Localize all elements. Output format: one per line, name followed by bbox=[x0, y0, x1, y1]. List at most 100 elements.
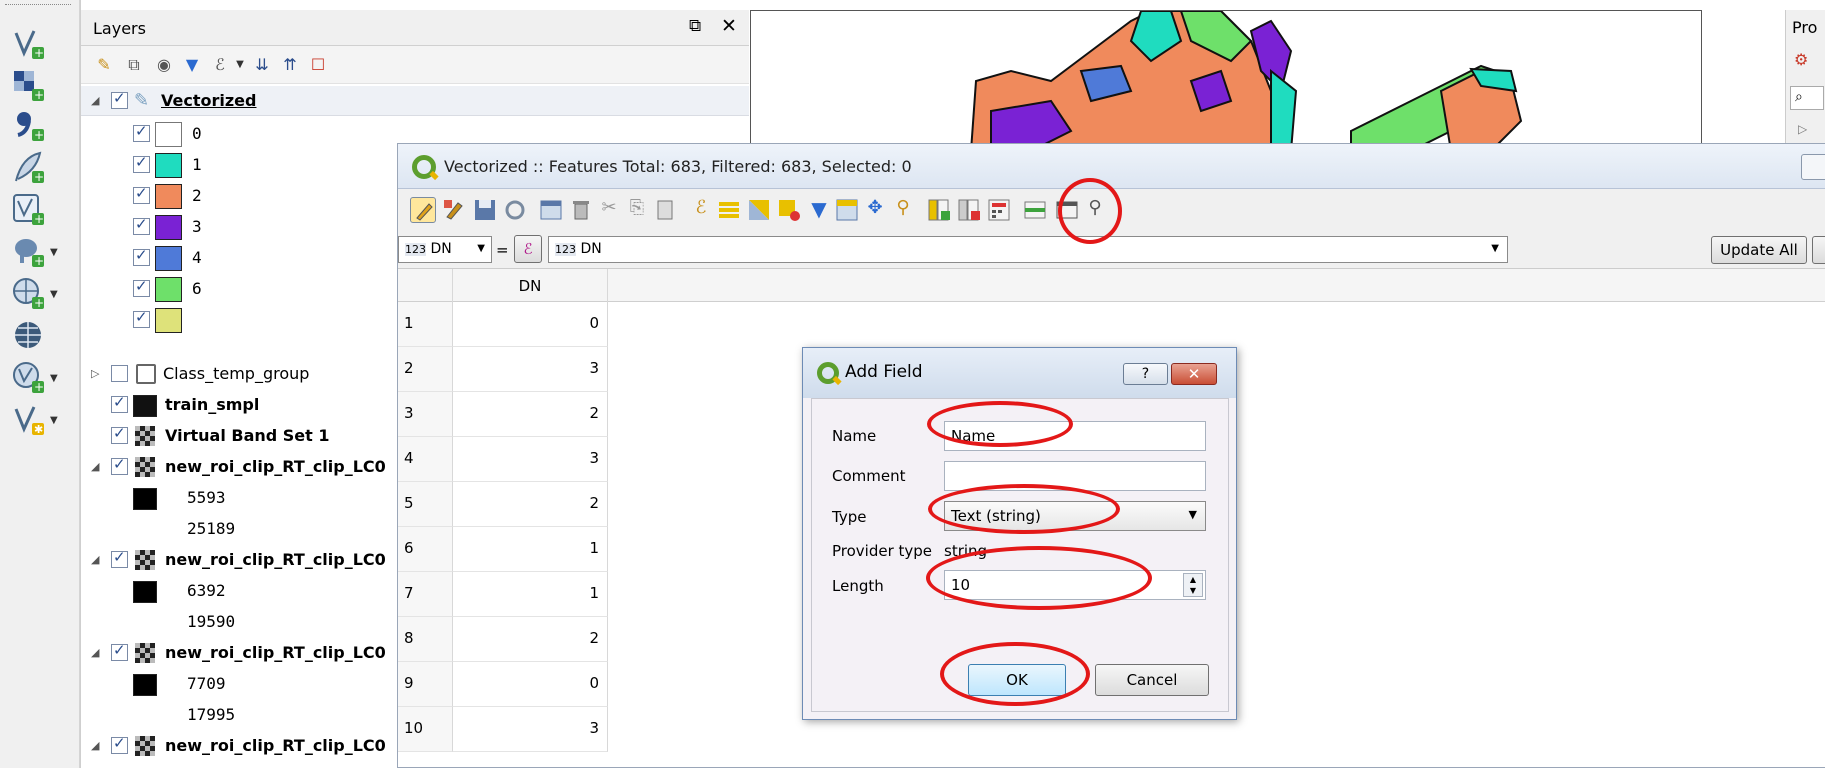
expand-arrow-icon[interactable]: ▷ bbox=[91, 367, 99, 380]
class-color-swatch[interactable] bbox=[155, 246, 182, 271]
layer-visibility-checkbox[interactable] bbox=[111, 548, 128, 568]
column-header-dn[interactable]: DN bbox=[453, 269, 608, 302]
layer-visibility-checkbox[interactable] bbox=[111, 89, 128, 109]
deselect-icon[interactable] bbox=[776, 197, 802, 223]
toggle-editing-pencil-icon[interactable] bbox=[410, 197, 436, 223]
class-color-swatch[interactable] bbox=[155, 153, 182, 178]
filter-icon[interactable]: ▼ bbox=[806, 197, 832, 223]
add-feature-icon[interactable] bbox=[538, 197, 564, 223]
table-row[interactable]: 10 bbox=[398, 302, 618, 347]
filter-icon[interactable]: ▼ bbox=[181, 54, 203, 76]
add-group-icon[interactable]: ⧉ bbox=[123, 54, 145, 76]
toolbar-grip[interactable] bbox=[5, 4, 71, 9]
collapse-arrow-icon[interactable]: ◢ bbox=[91, 553, 99, 566]
chevron-down-icon[interactable]: ▼ bbox=[50, 247, 58, 258]
class-color-swatch[interactable] bbox=[155, 277, 182, 302]
dn-cell[interactable]: 3 bbox=[453, 347, 608, 392]
help-button[interactable]: ? bbox=[1123, 363, 1168, 385]
actions-search-icon[interactable]: ⚲ bbox=[1082, 197, 1108, 223]
chevron-down-icon[interactable]: ▼ bbox=[50, 415, 58, 426]
ok-button[interactable]: OK bbox=[968, 664, 1066, 696]
collapse-arrow-icon[interactable]: ◢ bbox=[91, 94, 99, 107]
add-delimited-text-button[interactable]: + bbox=[12, 106, 64, 146]
chevron-down-icon[interactable]: ▼ bbox=[50, 373, 58, 384]
expand-arrow-icon[interactable]: ▷ bbox=[1798, 122, 1807, 136]
table-row[interactable]: 71 bbox=[398, 572, 618, 617]
expand-all-icon[interactable]: ⇊ bbox=[251, 54, 273, 76]
class-checkbox[interactable] bbox=[133, 122, 150, 142]
row-number[interactable]: 3 bbox=[398, 392, 453, 437]
add-wfs-button[interactable]: + ▼ bbox=[12, 358, 64, 398]
dn-cell[interactable]: 1 bbox=[453, 572, 608, 617]
chevron-down-icon[interactable]: ▼ bbox=[50, 289, 58, 300]
row-number[interactable]: 6 bbox=[398, 527, 453, 572]
class-color-swatch[interactable] bbox=[155, 184, 182, 209]
style-manager-icon[interactable]: ✎ bbox=[93, 54, 115, 76]
layer-visibility-checkbox[interactable] bbox=[111, 641, 128, 661]
add-wms-button[interactable]: + ▼ bbox=[12, 274, 64, 314]
add-vector-layer-button[interactable]: + bbox=[12, 190, 64, 230]
collapse-all-icon[interactable]: ⇈ bbox=[279, 54, 301, 76]
group-visibility-checkbox[interactable] bbox=[111, 365, 128, 382]
dn-cell[interactable]: 2 bbox=[453, 617, 608, 662]
layer-visibility-checkbox[interactable] bbox=[111, 393, 128, 413]
class-checkbox[interactable] bbox=[133, 184, 150, 204]
remove-layer-icon[interactable]: ☐ bbox=[307, 54, 329, 76]
comment-input[interactable] bbox=[944, 461, 1206, 491]
row-number[interactable]: 4 bbox=[398, 437, 453, 482]
dn-cell[interactable]: 0 bbox=[453, 302, 608, 347]
add-field-titlebar[interactable]: Add Field ? ✕ bbox=[803, 348, 1236, 398]
zoom-to-selection-icon[interactable]: ⚲ bbox=[890, 197, 916, 223]
paste-icon[interactable] bbox=[652, 197, 678, 223]
class-color-swatch[interactable] bbox=[155, 215, 182, 240]
new-temporary-layer-button[interactable]: ✱ ▼ bbox=[12, 400, 64, 440]
add-spatialite-button[interactable]: + bbox=[12, 148, 64, 188]
row-number[interactable]: 2 bbox=[398, 347, 453, 392]
class-checkbox[interactable] bbox=[133, 246, 150, 266]
delete-field-icon[interactable] bbox=[956, 197, 982, 223]
table-row[interactable]: 23 bbox=[398, 347, 618, 392]
update-selected-button[interactable] bbox=[1812, 236, 1825, 264]
dock-table-icon[interactable] bbox=[1054, 197, 1080, 223]
layer-visibility-checkbox[interactable] bbox=[111, 455, 128, 475]
field-select-combo[interactable]: 123 DN ▼ bbox=[398, 236, 492, 263]
row-number[interactable]: 7 bbox=[398, 572, 453, 617]
class-color-swatch[interactable] bbox=[155, 122, 182, 147]
spin-arrows-icon[interactable]: ▲ ▼ bbox=[1183, 573, 1203, 597]
pan-to-selection-icon[interactable]: ✥ bbox=[862, 197, 888, 223]
cancel-button[interactable]: Cancel bbox=[1095, 664, 1209, 696]
table-row[interactable]: 82 bbox=[398, 617, 618, 662]
type-select[interactable]: Text (string) ▼ bbox=[944, 501, 1206, 531]
minimize-button[interactable] bbox=[1801, 154, 1825, 180]
class-color-swatch[interactable] bbox=[155, 308, 182, 333]
dn-cell[interactable]: 3 bbox=[453, 437, 608, 482]
table-row[interactable]: 52 bbox=[398, 482, 618, 527]
class-checkbox[interactable] bbox=[133, 277, 150, 297]
table-row[interactable]: 32 bbox=[398, 392, 618, 437]
row-number[interactable]: 1 bbox=[398, 302, 453, 347]
dn-cell[interactable]: 3 bbox=[453, 707, 608, 752]
map-canvas[interactable] bbox=[750, 10, 1702, 150]
gears-icon[interactable]: ⚙ bbox=[1794, 50, 1808, 69]
attribute-table-titlebar[interactable]: Vectorized :: Features Total: 683, Filte… bbox=[398, 144, 1825, 189]
table-row[interactable]: 43 bbox=[398, 437, 618, 482]
float-panel-icon[interactable]: ⧉ bbox=[689, 16, 701, 36]
conditional-formatting-icon[interactable] bbox=[1022, 197, 1048, 223]
field-calculator-icon[interactable] bbox=[986, 197, 1012, 223]
collapse-arrow-icon[interactable]: ◢ bbox=[91, 460, 99, 473]
dn-cell[interactable]: 0 bbox=[453, 662, 608, 707]
new-field-icon[interactable] bbox=[926, 197, 952, 223]
invert-selection-icon[interactable] bbox=[746, 197, 772, 223]
corner-header[interactable] bbox=[398, 269, 453, 302]
add-raster-button[interactable]: + bbox=[12, 66, 64, 106]
dn-cell[interactable]: 1 bbox=[453, 527, 608, 572]
chevron-down-icon[interactable]: ▼ bbox=[229, 54, 251, 76]
reload-icon[interactable] bbox=[502, 197, 528, 223]
layer-visibility-checkbox[interactable] bbox=[111, 424, 128, 444]
layer-visibility-checkbox[interactable] bbox=[111, 734, 128, 754]
row-number[interactable]: 9 bbox=[398, 662, 453, 707]
search-icon[interactable]: ⌕ bbox=[1790, 86, 1824, 110]
expression-select-icon[interactable]: ℰ bbox=[688, 197, 714, 223]
copy-icon[interactable]: ⎘ bbox=[624, 197, 650, 223]
delete-feature-icon[interactable] bbox=[568, 197, 594, 223]
